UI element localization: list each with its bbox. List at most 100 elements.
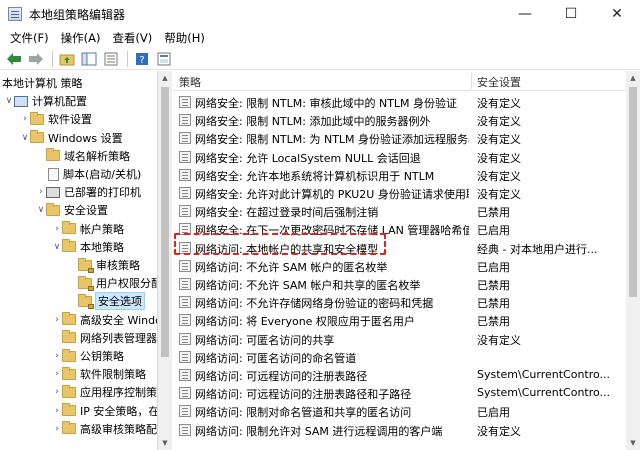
tree-item-label: 脚本(启动/关机)	[63, 168, 142, 181]
window-controls: — ☐ ✕	[502, 0, 640, 28]
list-scroll-thumb[interactable]	[629, 87, 637, 297]
back-button[interactable]	[4, 49, 24, 69]
properties-icon	[157, 52, 171, 65]
chevron-down-icon[interactable]: ∨	[4, 92, 14, 110]
computer-icon	[14, 95, 28, 107]
tree-item[interactable]: ∨ 本地策略	[0, 238, 124, 256]
export-list-icon	[104, 52, 118, 65]
menu-action[interactable]: 操作(A)	[55, 28, 107, 48]
tree-item[interactable]: ∨ 计算机配置	[0, 92, 87, 110]
tree-item[interactable]: › 应用程序控制策略	[0, 383, 157, 401]
tree-item[interactable]: 安全选项	[0, 292, 145, 311]
show-hide-tree-button[interactable]	[79, 49, 99, 69]
close-button[interactable]: ✕	[594, 0, 640, 28]
chevron-right-icon[interactable]: ›	[36, 183, 46, 201]
policy-icon	[179, 278, 191, 290]
export-list-button[interactable]	[101, 49, 121, 69]
column-divider[interactable]	[471, 73, 472, 89]
menu-file[interactable]: 文件(F)	[4, 28, 55, 48]
table-row[interactable]: 网络访问: 可匿名访问的共享 没有定义	[173, 330, 626, 348]
scroll-down-arrow-icon[interactable]: ▼	[158, 436, 172, 450]
tree-item[interactable]: 网络列表管理器策略	[0, 329, 157, 347]
table-row[interactable]: 网络安全: 限制 NTLM: 添加此域中的服务器例外 没有定义	[173, 111, 626, 129]
table-row[interactable]: 网络访问: 可匿名访问的命名管道	[173, 348, 626, 366]
tree-item[interactable]: › IP 安全策略，在 本	[0, 402, 157, 420]
chevron-right-icon[interactable]: ›	[52, 220, 62, 238]
tree-item[interactable]: ∨ Windows 设置	[0, 129, 123, 147]
table-row[interactable]: 网络访问: 不允许存储网络身份验证的密码和凭据 已禁用	[173, 293, 626, 311]
folder-icon	[46, 202, 60, 216]
up-folder-button[interactable]	[57, 49, 77, 69]
table-row[interactable]: 网络安全: 允许本地系统将计算机标识用于 NTLM 没有定义	[173, 166, 626, 184]
policy-icon	[179, 314, 191, 327]
chevron-down-icon[interactable]: ∨	[20, 129, 30, 147]
chevron-right-icon[interactable]: ›	[20, 110, 30, 128]
tree-item[interactable]: › 高级安全 Windows	[0, 311, 157, 329]
folder-icon	[62, 312, 76, 326]
tree-item[interactable]: › 帐户策略	[0, 220, 124, 238]
chevron-right-icon[interactable]: ›	[52, 420, 62, 438]
tree-item[interactable]: 用户权限分配	[0, 274, 157, 292]
tree-item[interactable]: 域名解析策略	[0, 147, 130, 165]
column-header-setting[interactable]: 安全设置	[477, 74, 521, 90]
help-button[interactable]: ?	[132, 49, 152, 69]
policy-icon	[179, 332, 191, 345]
tree-item-label: 本地计算机 策略	[2, 77, 83, 90]
table-row[interactable]: 网络访问: 本地帐户的共享和安全模型 经典 - 对本地用户进行...	[173, 239, 626, 257]
menu-help[interactable]: 帮助(H)	[158, 28, 211, 48]
menu-view[interactable]: 查看(V)	[106, 28, 158, 48]
tree-scroll-thumb[interactable]	[161, 87, 169, 357]
table-row[interactable]: 网络安全: 限制 NTLM: 为 NTLM 身份验证添加远程服务器... 没有定义	[173, 129, 626, 147]
table-row[interactable]: 网络安全: 在超过登录时间后强制注销 已禁用	[173, 202, 626, 220]
table-row[interactable]: 网络访问: 可远程访问的注册表路径 System\CurrentContro...	[173, 366, 626, 384]
column-header-policy[interactable]: 策略	[179, 74, 201, 90]
lock-icon	[88, 267, 94, 273]
tree-item-label: 安全选项	[95, 292, 145, 311]
tree-item[interactable]: 脚本(启动/关机)	[0, 165, 141, 183]
tree-item[interactable]: 审核策略	[0, 256, 140, 274]
tree-item[interactable]: › 软件设置	[0, 110, 92, 128]
table-row[interactable]: 网络安全: 在下一次更改密码时不存储 LAN 管理器哈希值 已启用	[173, 220, 626, 238]
maximize-button[interactable]: ☐	[548, 0, 594, 28]
table-row[interactable]: 网络访问: 不允许 SAM 帐户和共享的匿名枚举 已禁用	[173, 275, 626, 293]
policy-name: 网络安全: 允许本地系统将计算机标识用于 NTLM	[195, 169, 435, 183]
table-row[interactable]: 网络安全: 允许对此计算机的 PKU2U 身份验证请求使用联... 没有定义	[173, 184, 626, 202]
list-scrollbar[interactable]: ▲ ▼	[626, 71, 640, 450]
properties-button[interactable]	[154, 49, 174, 69]
table-row[interactable]: 网络访问: 将 Everyone 权限应用于匿名用户 已禁用	[173, 311, 626, 329]
tree-item[interactable]: › 高级审核策略配置	[0, 420, 157, 438]
policy-name: 网络安全: 允许 LocalSystem NULL 会话回退	[195, 151, 421, 165]
minimize-button[interactable]: —	[502, 0, 548, 28]
table-row[interactable]: 网络访问: 限制对命名管道和共享的匿名访问 已启用	[173, 402, 626, 420]
chevron-down-icon[interactable]: ∨	[52, 238, 62, 256]
policy-icon	[179, 350, 191, 363]
forward-button[interactable]	[26, 49, 46, 69]
tree-scrollbar[interactable]: ▲ ▼	[158, 71, 172, 450]
tree-item[interactable]: › 软件限制策略	[0, 365, 146, 383]
table-row[interactable]: 网络访问: 可远程访问的注册表路径和子路径 System\CurrentContr…	[173, 384, 626, 402]
chevron-right-icon[interactable]: ›	[52, 311, 62, 329]
tree-item[interactable]: 本地计算机 策略	[0, 74, 83, 92]
policy-name: 网络安全: 限制 NTLM: 为 NTLM 身份验证添加远程服务器...	[195, 133, 469, 147]
scroll-up-arrow-icon[interactable]: ▲	[158, 71, 172, 85]
table-row[interactable]: 网络访问: 限制允许对 SAM 进行远程调用的客户端 没有定义	[173, 421, 626, 439]
table-row[interactable]: 网络访问: 不允许 SAM 帐户的匿名枚举 已启用	[173, 257, 626, 275]
scroll-up-arrow-icon[interactable]: ▲	[626, 71, 640, 85]
policy-icon	[179, 205, 191, 218]
table-row[interactable]: 网络安全: 允许 LocalSystem NULL 会话回退 没有定义	[173, 148, 626, 166]
tree-item[interactable]: ∨ 安全设置	[0, 201, 108, 219]
chevron-right-icon[interactable]: ›	[52, 383, 62, 401]
tree-item[interactable]: › 公钥策略	[0, 347, 124, 365]
tree-item[interactable]: › 已部署的打印机	[0, 183, 141, 201]
scroll-down-arrow-icon[interactable]: ▼	[626, 436, 640, 450]
table-row[interactable]: 网络安全: 限制 NTLM: 审核此域中的 NTLM 身份验证 没有定义	[173, 93, 626, 111]
chevron-right-icon[interactable]: ›	[52, 402, 62, 420]
policy-name: 网络访问: 可匿名访问的命名管道	[195, 351, 357, 365]
policy-editor-icon	[8, 7, 22, 21]
chevron-right-icon[interactable]: ›	[52, 347, 62, 365]
folder-icon	[30, 130, 44, 144]
chevron-down-icon[interactable]: ∨	[36, 201, 46, 219]
policy-name: 网络安全: 允许对此计算机的 PKU2U 身份验证请求使用联...	[195, 188, 469, 201]
chevron-right-icon[interactable]: ›	[52, 365, 62, 383]
